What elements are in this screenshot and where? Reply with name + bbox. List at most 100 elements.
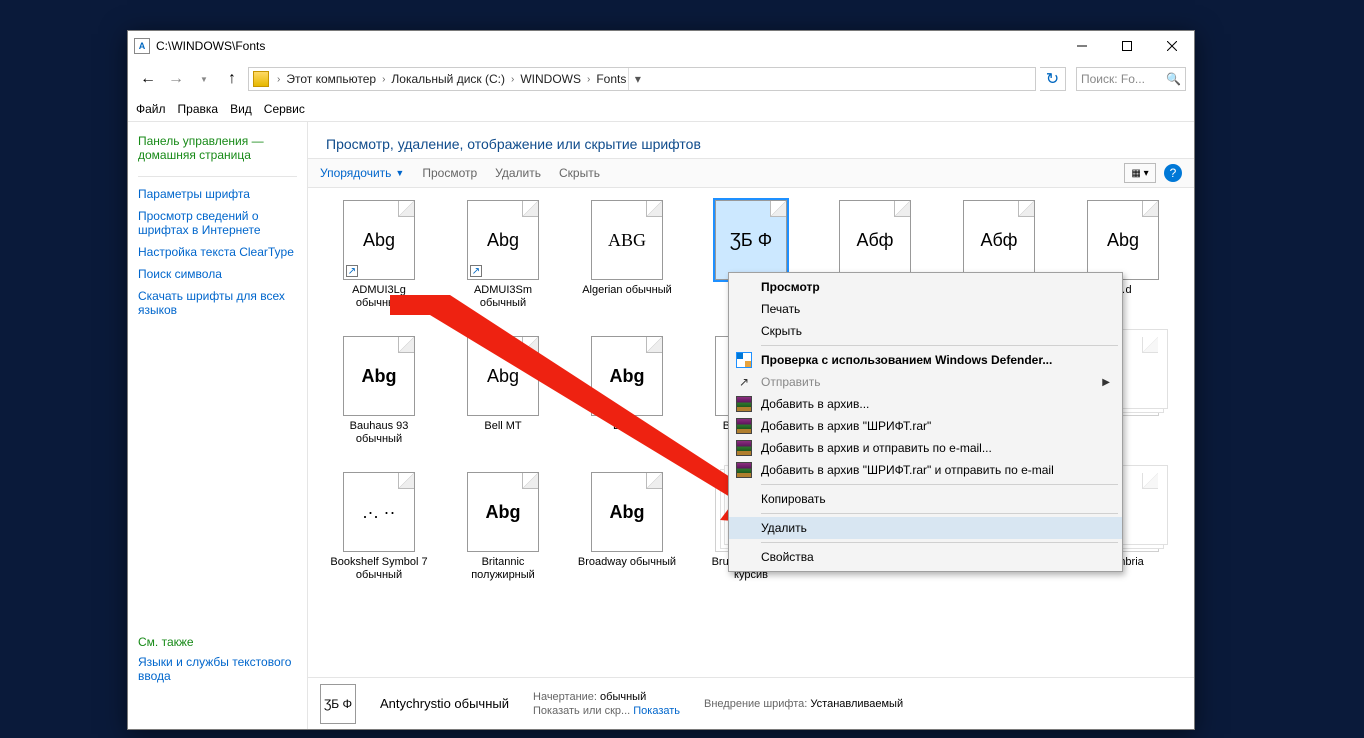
font-thumbnail: Abg: [467, 336, 539, 416]
breadcrumb[interactable]: WINDOWS: [518, 72, 583, 86]
details-show-value[interactable]: Показать: [633, 705, 680, 717]
context-menu-label: Добавить в архив и отправить по e-mail..…: [761, 441, 992, 455]
font-sample: Abg: [362, 366, 397, 387]
context-menu-label: Проверка с использованием Windows Defend…: [761, 353, 1052, 367]
context-menu-label: Свойства: [761, 550, 814, 564]
font-sample: Abg: [610, 366, 645, 387]
help-button[interactable]: ?: [1164, 164, 1182, 182]
sidebar-link-charmap[interactable]: Поиск символа: [138, 267, 297, 281]
context-menu-item[interactable]: Добавить в архив "ШРИФТ.rar": [729, 415, 1122, 437]
context-menu-label: Удалить: [761, 521, 807, 535]
context-menu-item[interactable]: Проверка с использованием Windows Defend…: [729, 349, 1122, 371]
folder-icon: [253, 71, 269, 87]
details-style-value: обычный: [600, 691, 646, 703]
sidebar-link-font-settings[interactable]: Параметры шрифта: [138, 187, 297, 201]
menu-tools[interactable]: Сервис: [264, 102, 305, 116]
font-item[interactable]: AbgBer…: [568, 332, 686, 462]
context-menu-item[interactable]: Добавить в архив...: [729, 393, 1122, 415]
details-embed-value: Устанавливаемый: [810, 698, 903, 710]
sidebar-link-download[interactable]: Скачать шрифты для всех языков: [138, 289, 297, 317]
context-menu-label: Печать: [761, 302, 800, 316]
breadcrumb[interactable]: Fonts: [594, 72, 628, 86]
context-menu-item[interactable]: Добавить в архив и отправить по e-mail..…: [729, 437, 1122, 459]
breadcrumb[interactable]: Локальный диск (C:): [389, 72, 507, 86]
address-history-dropdown[interactable]: ▾: [628, 68, 646, 90]
font-sample: Abg: [1107, 230, 1139, 251]
view-options[interactable]: ▦ ▾: [1124, 163, 1156, 183]
sidebar: Панель управления — домашняя страница Па…: [128, 122, 308, 729]
toolbar-hide[interactable]: Скрыть: [559, 166, 600, 180]
forward-button[interactable]: →: [164, 67, 188, 91]
font-sample: .·. ··: [363, 502, 396, 523]
font-sample: ABG: [608, 230, 646, 251]
sidebar-link-online-info[interactable]: Просмотр сведений о шрифтах в Интернете: [138, 209, 297, 237]
menu-file[interactable]: Файл: [136, 102, 166, 116]
search-input[interactable]: Поиск: Fo... 🔍: [1076, 67, 1186, 91]
font-thumbnail: Abg ↗: [467, 200, 539, 280]
details-show-label: Показать или скр...: [533, 705, 630, 717]
context-menu-label: Добавить в архив "ШРИФТ.rar" и отправить…: [761, 463, 1054, 477]
sidebar-link-languages[interactable]: Языки и службы текстового ввода: [138, 655, 297, 683]
toolbar-preview[interactable]: Просмотр: [422, 166, 477, 180]
font-label: Broadway обычный: [578, 556, 676, 569]
chevron-right-icon: ›: [507, 74, 518, 85]
font-sample: Abg: [487, 366, 519, 387]
font-item[interactable]: Abg Broadway обычный: [568, 468, 686, 598]
context-menu-label: Просмотр: [761, 280, 820, 294]
context-menu-item[interactable]: Печать: [729, 298, 1122, 320]
up-button[interactable]: ↑: [220, 67, 244, 91]
font-item[interactable]: .·. ··Bookshelf Symbol 7 обычный: [320, 468, 438, 598]
context-menu-item[interactable]: Скрыть: [729, 320, 1122, 342]
font-item[interactable]: Abg Bell MT: [444, 332, 562, 462]
font-item[interactable]: AbgBauhaus 93 обычный: [320, 332, 438, 462]
search-icon: 🔍: [1166, 72, 1181, 86]
rar-icon: [736, 396, 752, 412]
minimize-button[interactable]: [1059, 31, 1104, 61]
font-item[interactable]: ABGAlgerian обычный: [568, 196, 686, 326]
font-sample: Abg: [363, 230, 395, 251]
font-thumbnail: Abg↗: [343, 200, 415, 280]
back-button[interactable]: ←: [136, 67, 160, 91]
font-item[interactable]: AbgBritannic полужирный: [444, 468, 562, 598]
font-thumbnail: Абф: [963, 200, 1035, 280]
font-sample: Abg: [487, 230, 519, 251]
share-icon: ↗: [736, 374, 752, 390]
font-item[interactable]: Abg↗ADMUI3Lg обычный: [320, 196, 438, 326]
context-menu: Просмотр Печать Скрыть Проверка с использов…: [728, 272, 1123, 572]
menu-view[interactable]: Вид: [230, 102, 252, 116]
context-menu-item[interactable]: Свойства: [729, 546, 1122, 568]
font-label: Bell MT: [484, 420, 521, 433]
refresh-button[interactable]: ↻: [1040, 67, 1066, 91]
sidebar-also-heading: См. также: [138, 635, 297, 649]
toolbar-delete[interactable]: Удалить: [495, 166, 541, 180]
context-menu-item[interactable]: Удалить: [729, 517, 1122, 539]
maximize-button[interactable]: [1104, 31, 1149, 61]
context-menu-label: Добавить в архив...: [761, 397, 869, 411]
context-menu-item[interactable]: Добавить в архив "ШРИФТ.rar" и отправить…: [729, 459, 1122, 481]
close-button[interactable]: [1149, 31, 1194, 61]
details-embed-label: Внедрение шрифта:: [704, 698, 807, 710]
menu-separator: [761, 542, 1118, 543]
organize-dropdown[interactable]: Упорядочить▼: [320, 166, 404, 180]
breadcrumb[interactable]: Этот компьютер: [284, 72, 378, 86]
font-thumbnail: .·. ··: [343, 472, 415, 552]
details-style-label: Начертание:: [533, 691, 597, 703]
menu-separator: [761, 345, 1118, 346]
titlebar: A C:\WINDOWS\Fonts: [128, 31, 1194, 61]
shortcut-overlay-icon: ↗: [470, 265, 482, 277]
recent-dropdown[interactable]: ▼: [192, 67, 216, 91]
rar-icon: [736, 462, 752, 478]
context-menu-item[interactable]: Просмотр: [729, 276, 1122, 298]
context-menu-item: ↗Отправить▶: [729, 371, 1122, 393]
font-thumbnail: Абф: [839, 200, 911, 280]
menubar: Файл Правка Вид Сервис: [128, 97, 1194, 121]
toolbar: Упорядочить▼ Просмотр Удалить Скрыть ▦ ▾…: [308, 158, 1194, 188]
sidebar-heading[interactable]: Панель управления — домашняя страница: [138, 134, 297, 162]
address-bar[interactable]: › Этот компьютер › Локальный диск (C:) ›…: [248, 67, 1036, 91]
font-thumbnail: Abg: [591, 472, 663, 552]
menu-edit[interactable]: Правка: [178, 102, 219, 116]
context-menu-item[interactable]: Копировать: [729, 488, 1122, 510]
font-sample: ƷБ Φ: [730, 230, 772, 251]
sidebar-link-cleartype[interactable]: Настройка текста ClearType: [138, 245, 297, 259]
font-item[interactable]: Abg↗ADMUI3Sm обычный: [444, 196, 562, 326]
